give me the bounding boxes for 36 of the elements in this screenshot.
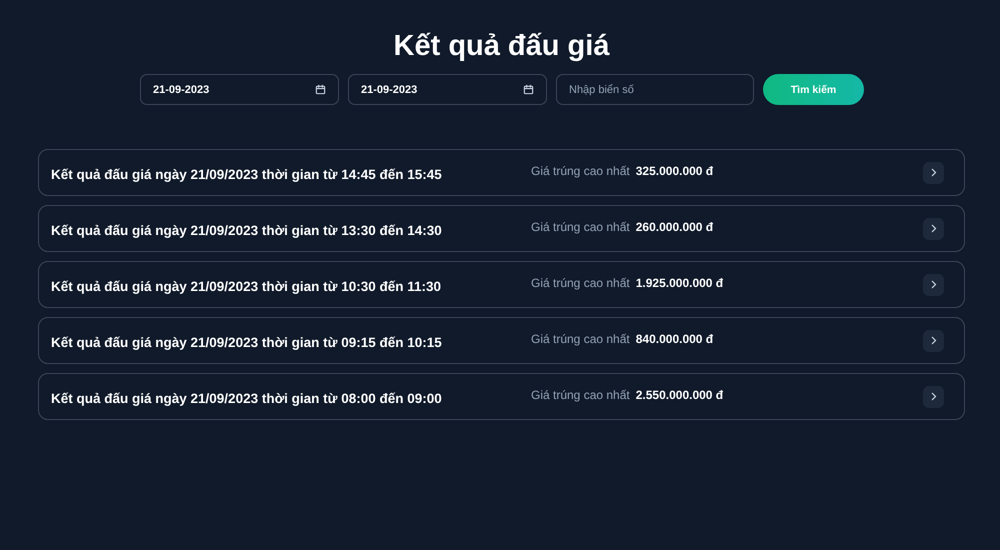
chevron-right-icon	[930, 280, 936, 289]
price-label: Giá trúng cao nhất	[531, 220, 630, 234]
price-value: 325.000.000 đ	[636, 164, 714, 178]
result-card[interactable]: Kết quả đấu giá ngày 21/09/2023 thời gian từ 13:30 đến 14:30 Giá trúng cao nhất 260.000.000 đ	[38, 205, 965, 252]
plate-search-field[interactable]: Nhập biển số	[556, 74, 754, 105]
chevron-right-icon	[930, 392, 936, 401]
result-title: Kết quả đấu giá ngày 21/09/2023 thời gian từ 14:45 đến 15:45	[51, 167, 443, 182]
calendar-icon[interactable]	[315, 84, 326, 95]
result-title: Kết quả đấu giá ngày 21/09/2023 thời gian từ 13:30 đến 14:30	[51, 223, 443, 238]
date-field[interactable]: 21-09-2023	[348, 74, 547, 105]
result-title: Kết quả đấu giá ngày 21/09/2023 thời gian từ 09:15 đến 10:15	[51, 335, 443, 350]
result-title: Kết quả đấu giá ngày 21/09/2023 thời gian từ 08:00 đến 09:00	[51, 391, 443, 406]
chevron-button[interactable]	[923, 386, 944, 408]
result-card[interactable]: Kết quả đấu giá ngày 21/09/2023 thời gian từ 14:45 đến 15:45 Giá trúng cao nhất 325.000.000 đ	[38, 149, 965, 196]
price-label: Giá trúng cao nhất	[531, 388, 630, 402]
chevron-button[interactable]	[923, 162, 944, 184]
price-label: Giá trúng cao nhất	[531, 164, 630, 178]
result-card[interactable]: Kết quả đấu giá ngày 21/09/2023 thời gian từ 10:30 đến 11:30 Giá trúng cao nhất 1.925.000.000 đ	[38, 261, 965, 308]
price-value: 840.000.000 đ	[636, 332, 714, 346]
chevron-right-icon	[930, 168, 936, 177]
price-value: 1.925.000.000 đ	[636, 276, 724, 290]
calendar-icon[interactable]	[523, 84, 534, 95]
chevron-right-icon	[930, 224, 936, 233]
price-value: 2.550.000.000 đ	[636, 388, 724, 402]
price-label: Giá trúng cao nhất	[531, 332, 630, 346]
chevron-right-icon	[930, 336, 936, 345]
price-value: 260.000.000 đ	[636, 220, 714, 234]
date-field[interactable]: 21-09-2023	[140, 74, 339, 105]
result-title: Kết quả đấu giá ngày 21/09/2023 thời gian từ 10:30 đến 11:30	[51, 279, 442, 294]
chevron-button[interactable]	[923, 218, 944, 240]
result-card[interactable]: Kết quả đấu giá ngày 21/09/2023 thời gian từ 08:00 đến 09:00 Giá trúng cao nhất 2.550.000.000 đ	[38, 373, 965, 420]
chevron-button[interactable]	[923, 274, 944, 296]
chevron-button[interactable]	[923, 330, 944, 352]
result-card[interactable]: Kết quả đấu giá ngày 21/09/2023 thời gian từ 09:15 đến 10:15 Giá trúng cao nhất 840.000.000 đ	[38, 317, 965, 364]
price-label: Giá trúng cao nhất	[531, 276, 630, 290]
page-title: Kết quả đấu giá	[392, 29, 610, 64]
